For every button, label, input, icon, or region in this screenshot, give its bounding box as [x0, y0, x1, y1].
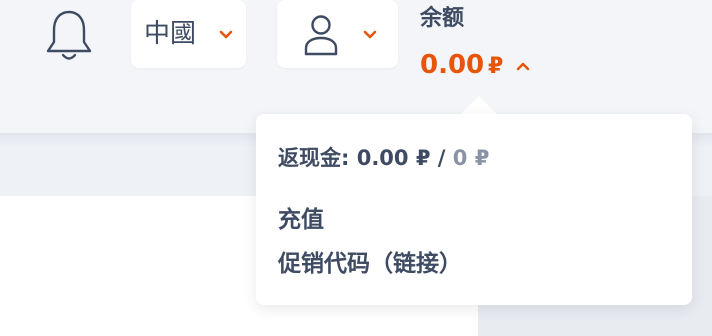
dropdown-pointer: [460, 96, 498, 115]
balance-label: 余额: [420, 6, 465, 31]
balance-currency: ₽: [488, 54, 504, 79]
promo-code-link[interactable]: 促销代码（链接）: [278, 248, 462, 280]
notifications-button[interactable]: [44, 8, 94, 62]
balance-amount: 0.00: [420, 50, 485, 80]
language-selector[interactable]: 中國: [131, 0, 246, 68]
chevron-down-icon: [219, 30, 233, 39]
cashback-separator: /: [437, 146, 446, 170]
cashback-line: 返现金: 0.00 ₽ / 0 ₽: [278, 142, 489, 174]
cashback-currency: ₽: [415, 146, 431, 170]
cashback-label: 返现金:: [278, 146, 350, 170]
account-menu-button[interactable]: [277, 0, 398, 68]
chevron-down-icon: [363, 30, 377, 39]
language-label: 中國: [144, 19, 197, 49]
cashback-amount: 0.00: [356, 146, 409, 170]
chevron-up-icon: [516, 62, 530, 71]
bell-icon: [46, 10, 92, 60]
balance-dropdown: 返现金: 0.00 ₽ / 0 ₽ 充值 促销代码（链接）: [256, 114, 692, 305]
cashback-limit: 0: [452, 146, 468, 170]
balance-toggle[interactable]: 余额 0.00 ₽: [420, 4, 570, 84]
user-icon: [304, 15, 338, 56]
top-up-link[interactable]: 充值: [278, 204, 324, 236]
cashback-limit-currency: ₽: [474, 146, 490, 170]
